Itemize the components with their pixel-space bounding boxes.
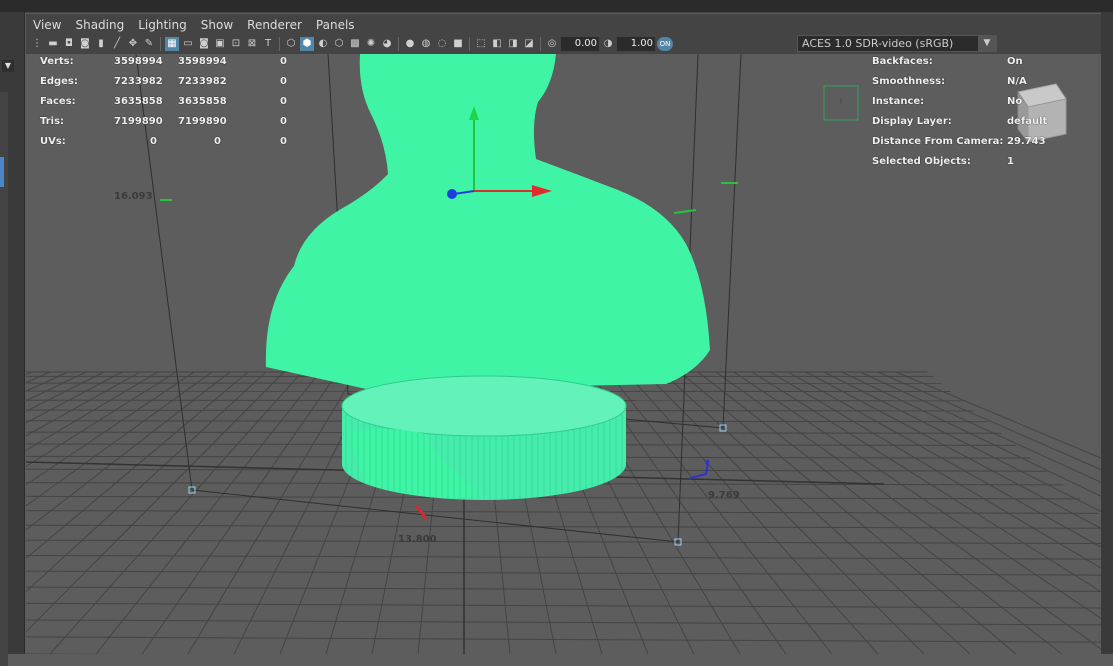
hud-verts-c: 0 <box>280 56 287 67</box>
anti-aliasing-icon[interactable]: ◌ <box>435 37 449 51</box>
hud-label-display-layer: Display Layer: <box>872 116 952 127</box>
hud-backfaces-value: On <box>1007 56 1023 67</box>
xray-joints-icon[interactable]: ◪ <box>522 37 536 51</box>
safe-action-icon[interactable]: ⊠ <box>245 37 259 51</box>
select-camera-icon[interactable]: ▬ <box>46 37 60 51</box>
bookmarks-icon[interactable]: ◙ <box>78 37 92 51</box>
hud-tris-c: 0 <box>280 116 287 127</box>
window-title-strip <box>0 0 1113 13</box>
hud-display-layer-value: default <box>1007 116 1047 127</box>
film-gate-icon[interactable]: ▭ <box>181 37 195 51</box>
hud-label-uvs: UVs: <box>40 136 66 147</box>
hud-smoothness-value: N/A <box>1007 76 1027 87</box>
measure-label-bottom: 13.800 <box>398 534 437 545</box>
right-scrollbar[interactable] <box>1101 12 1113 654</box>
wireframe-on-shaded-icon[interactable]: ⬡ <box>332 37 346 51</box>
use-all-lights-icon[interactable]: ✺ <box>364 37 378 51</box>
menu-view[interactable]: View <box>26 18 68 32</box>
gate-mask-icon[interactable]: ▣ <box>213 37 227 51</box>
grid-icon[interactable]: ▦ <box>165 37 179 51</box>
hud-label-smoothness: Smoothness: <box>872 76 945 87</box>
view-transform-select[interactable]: ACES 1.0 SDR-video (sRGB) ▼ <box>797 35 997 52</box>
hud-faces-a: 3635858 <box>114 96 163 107</box>
view-transform-value: ACES 1.0 SDR-video (sRGB) <box>798 37 978 50</box>
bookmark-icon[interactable]: ▮ <box>94 37 108 51</box>
hud-uvs-c: 0 <box>280 136 287 147</box>
hud-label-tris: Tris: <box>40 116 64 127</box>
hud-edges-c: 0 <box>280 76 287 87</box>
hud-faces-c: 0 <box>280 96 287 107</box>
safe-title-icon[interactable]: T <box>261 37 275 51</box>
hud-verts-b: 3598994 <box>178 56 227 67</box>
measure-label-left: 16.093 <box>114 191 153 202</box>
hud-label-verts: Verts: <box>40 56 74 67</box>
wireframe-icon[interactable]: ⬡ <box>284 37 298 51</box>
hud-tris-a: 7199890 <box>114 116 163 127</box>
hud-distance-value: 29.743 <box>1007 136 1046 147</box>
hud-instance-value: No <box>1007 96 1022 107</box>
dropdown-arrow-icon[interactable]: ▼ <box>978 36 996 51</box>
toolbar-separator <box>398 37 399 51</box>
hud-edges-a: 7233982 <box>114 76 163 87</box>
hud-label-backfaces: Backfaces: <box>872 56 933 67</box>
pedestal-top[interactable] <box>342 376 626 436</box>
hud-tris-b: 7199890 <box>178 116 227 127</box>
exposure-icon[interactable]: ◎ <box>545 37 559 51</box>
toolbar-separator <box>540 37 541 51</box>
svg-text:I: I <box>840 97 842 106</box>
toolbar-separator <box>160 37 161 51</box>
perspective-viewport[interactable]: I Verts: 3598994 3598994 0 Edges: 723398… <box>26 54 1101 654</box>
2d-pan-zoom-icon[interactable]: ✥ <box>126 37 140 51</box>
hud-uvs-a: 0 <box>150 136 157 147</box>
motion-blur-icon[interactable]: ◍ <box>419 37 433 51</box>
hud-verts-a: 3598994 <box>114 56 163 67</box>
collapse-arrow-icon[interactable]: ▼ <box>2 60 14 72</box>
xray-active-icon[interactable]: ◨ <box>506 37 520 51</box>
view-cube[interactable] <box>1018 84 1066 142</box>
exposure-field[interactable]: 0.00 <box>561 37 599 51</box>
hud-selected-value: 1 <box>1007 156 1014 167</box>
hud-label-faces: Faces: <box>40 96 76 107</box>
hud-label-distance: Distance From Camera: <box>872 136 1003 147</box>
menu-show[interactable]: Show <box>194 18 240 32</box>
camera-attributes-icon[interactable]: ◘ <box>62 37 76 51</box>
measure-label-right: 9.769 <box>708 490 740 501</box>
z-axis-handle-icon[interactable] <box>447 189 457 199</box>
panel-menu-bar: View Shading Lighting Show Renderer Pane… <box>26 14 1101 36</box>
field-chart-icon[interactable]: ⊡ <box>229 37 243 51</box>
toolbar-separator <box>279 37 280 51</box>
hud-uvs-b: 0 <box>214 136 221 147</box>
gamma-icon[interactable]: ◑ <box>601 37 615 51</box>
smooth-shade-icon[interactable]: ⬢ <box>300 37 314 51</box>
hud-label-instance: Instance: <box>872 96 924 107</box>
grease-pencil-icon[interactable]: ✎ <box>142 37 156 51</box>
left-tool-strip: ▼ <box>0 12 25 654</box>
resolution-gate-icon[interactable]: ◙ <box>197 37 211 51</box>
hud-label-selected: Selected Objects: <box>872 156 971 167</box>
xray-icon[interactable]: ◧ <box>490 37 504 51</box>
menu-lighting[interactable]: Lighting <box>131 18 194 32</box>
default-material-icon[interactable]: ◐ <box>316 37 330 51</box>
isolate-select-icon[interactable]: ⬚ <box>474 37 488 51</box>
hud-faces-b: 3635858 <box>178 96 227 107</box>
depth-of-field-icon[interactable]: ■ <box>451 37 465 51</box>
left-active-marker <box>0 157 4 187</box>
grip-icon: ⋮ <box>30 37 44 51</box>
menu-panels[interactable]: Panels <box>309 18 362 32</box>
textured-icon[interactable]: ▩ <box>348 37 362 51</box>
image-plane-icon[interactable]: ╱ <box>110 37 124 51</box>
menu-renderer[interactable]: Renderer <box>240 18 309 32</box>
hud-label-edges: Edges: <box>40 76 78 87</box>
screen-space-ao-icon[interactable]: ● <box>403 37 417 51</box>
gamma-field[interactable]: 1.00 <box>617 37 655 51</box>
shadows-icon[interactable]: ◕ <box>380 37 394 51</box>
menu-shading[interactable]: Shading <box>68 18 131 32</box>
toolbar-separator <box>469 37 470 51</box>
color-management-toggle[interactable]: ON <box>657 37 673 51</box>
hud-edges-b: 7233982 <box>178 76 227 87</box>
